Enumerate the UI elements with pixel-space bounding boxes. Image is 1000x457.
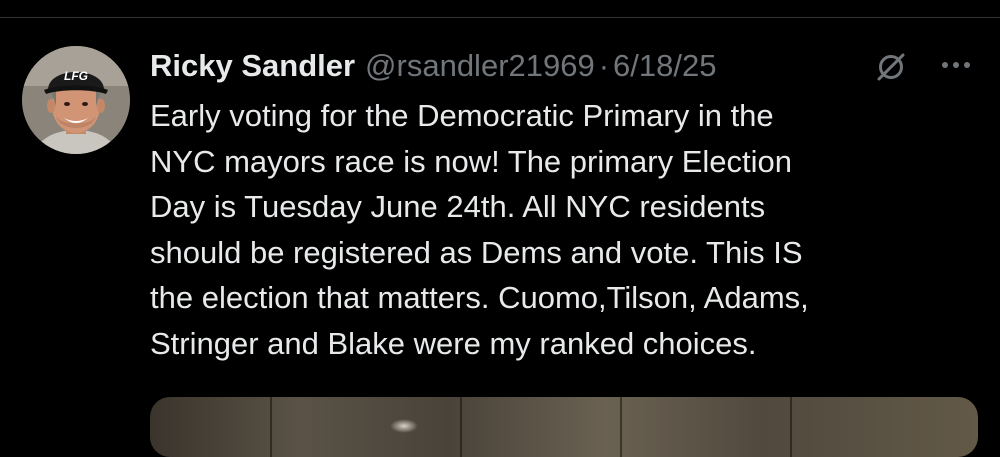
floor-plank-line [460, 397, 462, 457]
display-name[interactable]: Ricky Sandler [150, 48, 355, 84]
avatar-hat-text: LFG [64, 69, 88, 83]
media-highlight [390, 419, 418, 433]
tweet-text-line: Early voting for the Democratic Primary … [150, 98, 774, 133]
more-icon[interactable] [936, 50, 976, 80]
tweet-text: Early voting for the Democratic Primary … [150, 93, 980, 366]
floor-plank-line [620, 397, 622, 457]
header-separator: · [598, 48, 610, 83]
tweet-date[interactable]: 6/18/25 [613, 48, 716, 84]
floor-plank-line [270, 397, 272, 457]
tweet-header: Ricky Sandler @rsandler21969 · 6/18/25 [150, 44, 716, 88]
tweet-text-line: should be registered as Dems and vote. T… [150, 234, 803, 270]
tweet-text-line: NYC mayors race is now! The primary Elec… [150, 143, 793, 179]
grok-slash-icon[interactable] [874, 50, 908, 84]
avatar[interactable]: LFG [22, 46, 130, 154]
floor-plank-line [790, 397, 792, 457]
tweet-text-line: Stringer and Blake were my ranked choice… [150, 325, 757, 361]
more-dot [964, 62, 970, 68]
tweet-text-line: Day is Tuesday June 24th. All NYC reside… [150, 189, 766, 224]
more-dot [942, 62, 948, 68]
avatar-photo: LFG [22, 46, 130, 154]
more-dot [953, 62, 959, 68]
tweet-text-line: the election that matters. Cuomo,Tilson,… [150, 280, 809, 315]
user-handle[interactable]: @rsandler21969 [365, 48, 595, 84]
tweet-media-image[interactable] [150, 397, 978, 457]
top-divider [0, 17, 1000, 18]
